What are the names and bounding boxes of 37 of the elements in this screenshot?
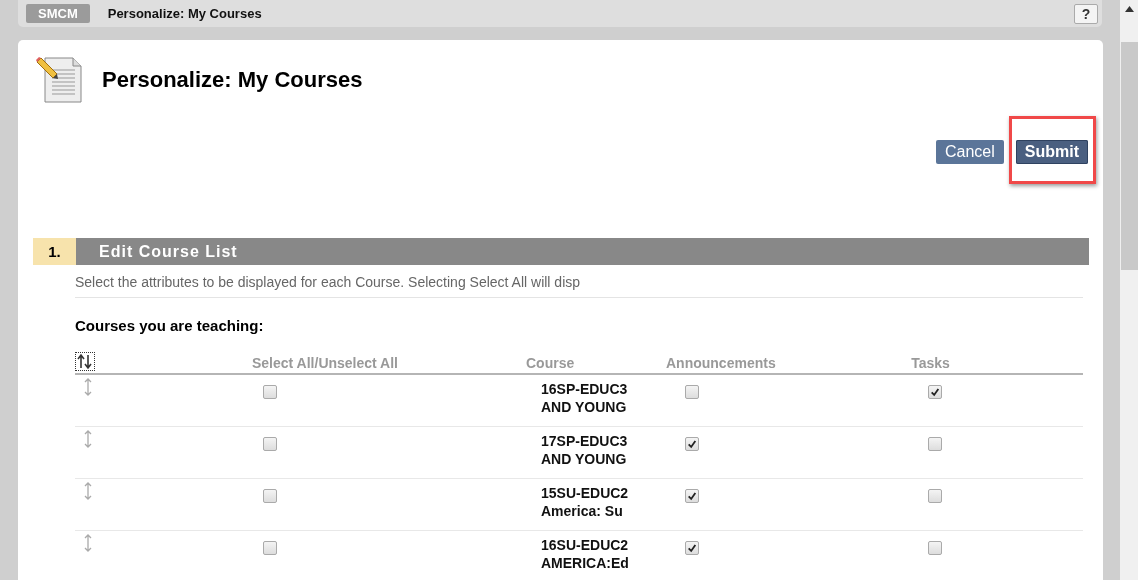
column-header: Announcements: [666, 354, 776, 371]
drag-handle-icon[interactable]: [84, 534, 92, 552]
subheading: Courses you are teaching:: [75, 317, 265, 334]
checkbox[interactable]: [928, 541, 942, 555]
checkbox[interactable]: [685, 541, 699, 555]
table-cell: 17SP-EDUC3 AND YOUNG: [526, 426, 640, 479]
column-header: Course: [526, 354, 575, 371]
checkbox[interactable]: [685, 489, 699, 503]
checkbox[interactable]: [263, 385, 277, 399]
checkbox[interactable]: [263, 437, 277, 451]
breadcrumb-title: Personalize: My Courses: [107, 6, 263, 21]
table-cell: 15SU-EDUC2 America: Su: [526, 478, 640, 531]
help-button[interactable]: ?: [1074, 3, 1098, 24]
checkbox[interactable]: [263, 489, 277, 503]
select-all-link[interactable]: Select All/Unselect All: [252, 354, 398, 371]
section-description: Select the attributes to be displayed for each Course. Selecting Select All will disp: [75, 274, 1083, 298]
table-cell: 16SP-EDUC3 AND YOUNG: [526, 374, 640, 427]
checkbox[interactable]: [928, 437, 942, 451]
scrollbar-thumb[interactable]: [1120, 42, 1138, 270]
section-title: Edit Course List: [76, 238, 1089, 265]
checkbox[interactable]: [685, 385, 699, 399]
cancel-button[interactable]: Cancel: [935, 140, 1004, 164]
column-header: Tasks: [911, 354, 950, 371]
checkbox[interactable]: [928, 385, 942, 399]
section-number: 1.: [33, 238, 76, 265]
page-title: Personalize: My Courses: [102, 67, 363, 93]
checkbox[interactable]: [263, 541, 277, 555]
table-cell: 16SU-EDUC2 AMERICA:Ed: [526, 530, 640, 580]
checkbox[interactable]: [685, 437, 699, 451]
sort-icon[interactable]: [75, 352, 95, 371]
scroll-up-icon[interactable]: [1124, 6, 1134, 12]
submit-button[interactable]: Submit: [1015, 140, 1088, 164]
drag-handle-icon[interactable]: [84, 482, 92, 500]
checkbox[interactable]: [928, 489, 942, 503]
breadcrumb-badge[interactable]: SMCM: [26, 4, 90, 23]
drag-handle-icon[interactable]: [84, 378, 92, 396]
drag-handle-icon[interactable]: [84, 430, 92, 448]
